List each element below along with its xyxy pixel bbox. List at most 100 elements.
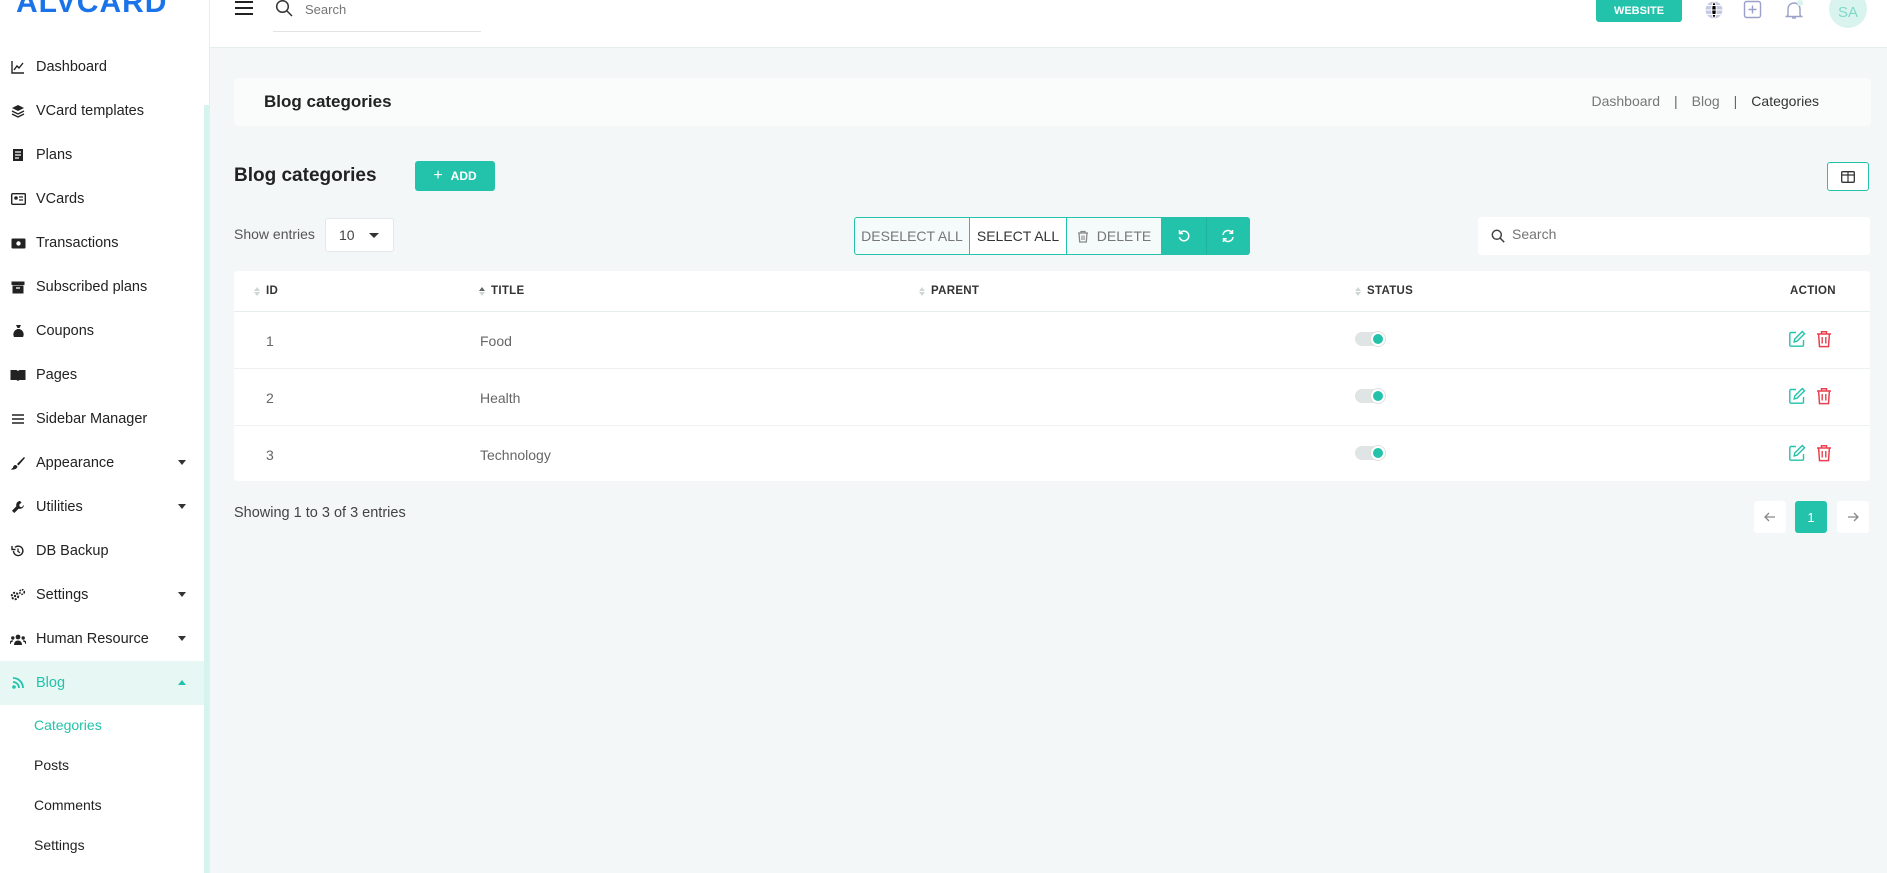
column-header-id[interactable]: ID bbox=[254, 271, 278, 311]
sidebar-nav: Dashboard VCard templates Plans VCards T… bbox=[0, 45, 204, 865]
status-toggle[interactable] bbox=[1355, 332, 1385, 346]
reset-button[interactable] bbox=[1162, 217, 1206, 255]
sort-ascending-icon bbox=[479, 286, 485, 296]
cell-id: 1 bbox=[266, 332, 274, 349]
next-page-button[interactable] bbox=[1837, 501, 1869, 533]
sidebar-item-vcards[interactable]: VCards bbox=[0, 177, 204, 221]
sidebar-item-label: Dashboard bbox=[36, 59, 107, 75]
bulk-actions: DESELECT ALL SELECT ALL DELETE bbox=[854, 217, 1250, 255]
topbar: WEBSITE SA bbox=[210, 0, 1887, 48]
sidebar-item-utilities[interactable]: Utilities bbox=[0, 485, 204, 529]
sidebar-item-human-resource[interactable]: Human Resource bbox=[0, 617, 204, 661]
delete-button[interactable]: DELETE bbox=[1067, 217, 1162, 255]
menu-toggle-icon[interactable] bbox=[235, 1, 253, 17]
sidebar-item-label: Appearance bbox=[36, 455, 115, 471]
top-search-input[interactable] bbox=[305, 0, 465, 18]
section-title: Blog categories bbox=[234, 165, 377, 186]
sidebar-item-pages[interactable]: Pages bbox=[0, 353, 204, 397]
bell-icon[interactable] bbox=[1784, 0, 1804, 20]
sidebar-item-label: Pages bbox=[36, 367, 78, 383]
sidebar-item-label: VCards bbox=[36, 191, 85, 207]
prev-page-button[interactable] bbox=[1754, 501, 1786, 533]
blog-icon bbox=[10, 675, 26, 691]
sidebar-item-label: Blog bbox=[36, 675, 66, 691]
status-toggle[interactable] bbox=[1355, 446, 1385, 460]
breadcrumb-current: Categories bbox=[1751, 93, 1819, 109]
users-icon bbox=[10, 631, 26, 647]
gears-icon bbox=[10, 587, 26, 603]
column-header-parent[interactable]: PARENT bbox=[919, 271, 979, 311]
refresh-icon bbox=[1222, 229, 1234, 243]
page-header: Blog categories Dashboard | Blog | Categ… bbox=[234, 78, 1871, 126]
sidebar-item-appearance[interactable]: Appearance bbox=[0, 441, 204, 485]
chevron-up-icon bbox=[178, 680, 186, 685]
refresh-button[interactable] bbox=[1206, 217, 1250, 255]
chart-line-icon bbox=[10, 59, 26, 75]
sidebar-item-db-backup[interactable]: DB Backup bbox=[0, 529, 204, 573]
column-toggle-button[interactable] bbox=[1827, 162, 1869, 191]
breadcrumb-blog[interactable]: Blog bbox=[1692, 93, 1720, 109]
add-button[interactable]: + ADD bbox=[415, 161, 495, 191]
column-header-label: TITLE bbox=[491, 285, 525, 297]
sidebar-item-label: Plans bbox=[36, 147, 73, 163]
book-open-icon bbox=[10, 367, 26, 383]
sort-icon bbox=[919, 286, 925, 296]
caret-down-icon bbox=[369, 233, 379, 238]
sidebar: ALVCARD Dashboard VCard templates Plans … bbox=[0, 0, 210, 873]
breadcrumb-dashboard[interactable]: Dashboard bbox=[1591, 93, 1660, 109]
sidebar-scrollbar[interactable] bbox=[204, 105, 209, 873]
table-row: 3 Technology bbox=[234, 426, 1870, 483]
page-title: Blog categories bbox=[264, 92, 392, 111]
sidebar-item-coupons[interactable]: Coupons bbox=[0, 309, 204, 353]
page-button-current[interactable]: 1 bbox=[1795, 501, 1827, 533]
column-header-status[interactable]: STATUS bbox=[1355, 271, 1413, 311]
sidebar-subitem-settings[interactable]: Settings bbox=[0, 825, 204, 865]
avatar[interactable]: SA bbox=[1829, 0, 1867, 28]
sidebar-item-transactions[interactable]: Transactions bbox=[0, 221, 204, 265]
table-search-input[interactable] bbox=[1512, 226, 1852, 242]
sidebar-item-blog[interactable]: Blog bbox=[0, 661, 204, 705]
sidebar-item-sidebar-manager[interactable]: Sidebar Manager bbox=[0, 397, 204, 441]
entries-per-page-select[interactable]: 10 bbox=[325, 218, 394, 252]
app-logo[interactable]: ALVCARD bbox=[16, 0, 167, 20]
sidebar-item-vcard-templates[interactable]: VCard templates bbox=[0, 89, 204, 133]
show-entries-label: Show entries bbox=[234, 226, 315, 242]
status-toggle[interactable] bbox=[1355, 389, 1385, 403]
top-search bbox=[273, 0, 481, 32]
edit-icon[interactable] bbox=[1788, 330, 1806, 348]
history-icon bbox=[10, 543, 26, 559]
sidebar-item-subscribed-plans[interactable]: Subscribed plans bbox=[0, 265, 204, 309]
undo-icon bbox=[1178, 230, 1190, 242]
sidebar-item-settings[interactable]: Settings bbox=[0, 573, 204, 617]
sidebar-subitem-comments[interactable]: Comments bbox=[0, 785, 204, 825]
website-button[interactable]: WEBSITE bbox=[1596, 0, 1682, 22]
sidebar-item-label: Transactions bbox=[36, 235, 119, 251]
money-icon bbox=[10, 235, 26, 251]
receipt-icon bbox=[10, 147, 26, 163]
select-all-button[interactable]: SELECT ALL bbox=[970, 217, 1067, 255]
sort-icon bbox=[254, 286, 260, 296]
chevron-down-icon bbox=[178, 504, 186, 509]
sidebar-item-dashboard[interactable]: Dashboard bbox=[0, 45, 204, 89]
arrow-left-icon bbox=[1764, 512, 1775, 522]
layers-icon bbox=[10, 103, 26, 119]
deselect-all-button[interactable]: DESELECT ALL bbox=[854, 217, 970, 255]
sidebar-item-plans[interactable]: Plans bbox=[0, 133, 204, 177]
sidebar-item-label: Utilities bbox=[36, 499, 83, 515]
column-header-label: STATUS bbox=[1367, 285, 1414, 297]
delete-icon[interactable] bbox=[1816, 330, 1834, 348]
plus-icon: + bbox=[433, 167, 443, 184]
sidebar-item-label: Coupons bbox=[36, 323, 95, 339]
globe-icon[interactable] bbox=[1704, 0, 1724, 20]
edit-icon[interactable] bbox=[1788, 444, 1806, 462]
sidebar-subitem-categories[interactable]: Categories bbox=[0, 705, 204, 745]
table-row: 2 Health bbox=[234, 369, 1870, 426]
sidebar-subitem-posts[interactable]: Posts bbox=[0, 745, 204, 785]
arrow-right-icon bbox=[1848, 512, 1859, 522]
add-square-icon[interactable] bbox=[1743, 0, 1763, 20]
delete-icon[interactable] bbox=[1816, 387, 1834, 405]
sidebar-item-label: VCard templates bbox=[36, 103, 144, 119]
edit-icon[interactable] bbox=[1788, 387, 1806, 405]
column-header-title[interactable]: TITLE bbox=[479, 271, 524, 311]
delete-icon[interactable] bbox=[1816, 444, 1834, 462]
